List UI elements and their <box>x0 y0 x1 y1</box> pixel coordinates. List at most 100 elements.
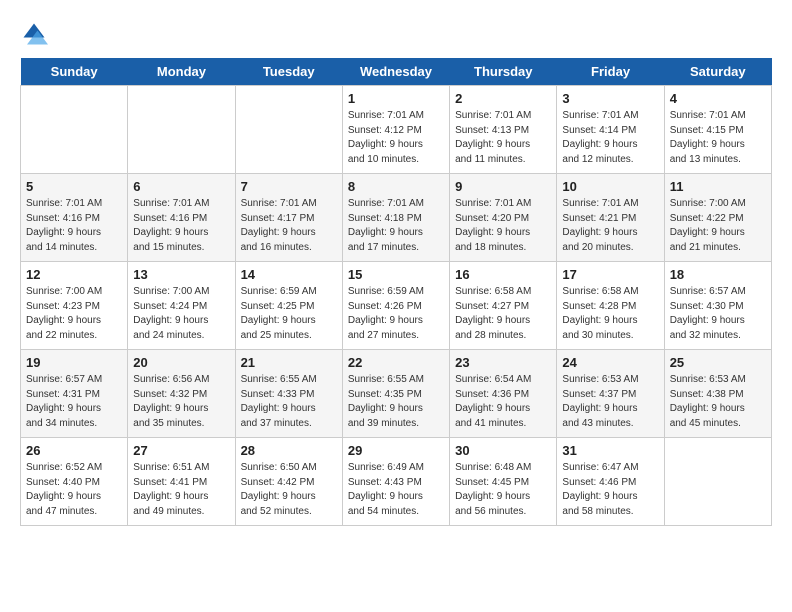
day-detail: Sunrise: 7:01 AM Sunset: 4:14 PM Dayligh… <box>562 109 658 167</box>
day-detail: Sunrise: 6:53 AM Sunset: 4:38 PM Dayligh… <box>670 373 766 431</box>
day-detail: Sunrise: 6:47 AM Sunset: 4:46 PM Dayligh… <box>562 461 658 519</box>
day-number: 1 <box>348 91 444 106</box>
day-number: 26 <box>26 443 122 458</box>
day-number: 29 <box>348 443 444 458</box>
week-row-2: 5 Sunrise: 7:01 AM Sunset: 4:16 PM Daylig… <box>21 174 772 262</box>
day-number: 21 <box>241 355 337 370</box>
day-detail: Sunrise: 7:01 AM Sunset: 4:16 PM Dayligh… <box>133 197 229 255</box>
day-cell-17: 17Sunrise: 6:58 AM Sunset: 4:28 PM Dayli… <box>557 262 664 350</box>
day-number: 12 <box>26 267 122 282</box>
day-detail: Sunrise: 7:01 AM Sunset: 4:17 PM Dayligh… <box>241 197 337 255</box>
day-number: 24 <box>562 355 658 370</box>
day-cell-3: 3 Sunrise: 7:01 AM Sunset: 4:14 PM Daylig… <box>557 86 664 174</box>
day-detail: Sunrise: 6:48 AM Sunset: 4:45 PM Dayligh… <box>455 461 551 519</box>
day-number: 2 <box>455 91 551 106</box>
day-number: 10 <box>562 179 658 194</box>
day-detail: Sunrise: 6:54 AM Sunset: 4:36 PM Dayligh… <box>455 373 551 431</box>
day-cell-14: 14 Sunrise: 6:59 AM Sunset: 4:25 PM Dayli… <box>235 262 342 350</box>
day-number: 19 <box>26 355 122 370</box>
day-cell-30: 30 Sunrise: 6:48 AM Sunset: 4:45 PM Dayli… <box>450 438 557 526</box>
days-of-week-row: SundayMondayTuesdayWednesdayThursdayFrid… <box>21 58 772 86</box>
day-cell-2: 2 Sunrise: 7:01 AM Sunset: 4:13 PM Daylig… <box>450 86 557 174</box>
day-detail: Sunrise: 7:01 AM Sunset: 4:15 PM Dayligh… <box>670 109 766 167</box>
day-cell-18: 18 Sunrise: 6:57 AM Sunset: 4:30 PM Dayli… <box>664 262 771 350</box>
day-number: 30 <box>455 443 551 458</box>
day-cell-29: 29 Sunrise: 6:49 AM Sunset: 4:43 PM Dayli… <box>342 438 449 526</box>
day-detail: Sunrise: 7:01 AM Sunset: 4:18 PM Dayligh… <box>348 197 444 255</box>
day-number: 15 <box>348 267 444 282</box>
logo-icon <box>20 20 48 48</box>
day-number: 22 <box>348 355 444 370</box>
week-row-3: 12 Sunrise: 7:00 AM Sunset: 4:23 PM Dayli… <box>21 262 772 350</box>
day-cell-28: 28Sunrise: 6:50 AM Sunset: 4:42 PM Dayli… <box>235 438 342 526</box>
day-cell-13: 13Sunrise: 7:00 AM Sunset: 4:24 PM Dayli… <box>128 262 235 350</box>
day-cell-1: 1 Sunrise: 7:01 AM Sunset: 4:12 PM Daylig… <box>342 86 449 174</box>
day-cell-5: 5 Sunrise: 7:01 AM Sunset: 4:16 PM Daylig… <box>21 174 128 262</box>
day-cell-15: 15Sunrise: 6:59 AM Sunset: 4:26 PM Dayli… <box>342 262 449 350</box>
day-detail: Sunrise: 6:50 AM Sunset: 4:42 PM Dayligh… <box>241 461 337 519</box>
day-number: 20 <box>133 355 229 370</box>
day-detail: Sunrise: 6:49 AM Sunset: 4:43 PM Dayligh… <box>348 461 444 519</box>
day-detail: Sunrise: 7:01 AM Sunset: 4:12 PM Dayligh… <box>348 109 444 167</box>
day-number: 27 <box>133 443 229 458</box>
day-detail: Sunrise: 6:57 AM Sunset: 4:31 PM Dayligh… <box>26 373 122 431</box>
day-number: 6 <box>133 179 229 194</box>
week-row-4: 19 Sunrise: 6:57 AM Sunset: 4:31 PM Dayli… <box>21 350 772 438</box>
day-of-week-monday: Monday <box>128 58 235 86</box>
day-number: 13 <box>133 267 229 282</box>
day-of-week-saturday: Saturday <box>664 58 771 86</box>
day-cell-6: 6 Sunrise: 7:01 AM Sunset: 4:16 PM Daylig… <box>128 174 235 262</box>
day-detail: Sunrise: 6:52 AM Sunset: 4:40 PM Dayligh… <box>26 461 122 519</box>
day-number: 25 <box>670 355 766 370</box>
day-number: 8 <box>348 179 444 194</box>
empty-cell <box>128 86 235 174</box>
day-cell-25: 25 Sunrise: 6:53 AM Sunset: 4:38 PM Dayli… <box>664 350 771 438</box>
day-cell-4: 4 Sunrise: 7:01 AM Sunset: 4:15 PM Daylig… <box>664 86 771 174</box>
day-of-week-thursday: Thursday <box>450 58 557 86</box>
calendar-header: SundayMondayTuesdayWednesdayThursdayFrid… <box>21 58 772 86</box>
calendar-table: SundayMondayTuesdayWednesdayThursdayFrid… <box>20 58 772 526</box>
day-cell-8: 8 Sunrise: 7:01 AM Sunset: 4:18 PM Daylig… <box>342 174 449 262</box>
day-detail: Sunrise: 6:51 AM Sunset: 4:41 PM Dayligh… <box>133 461 229 519</box>
day-detail: Sunrise: 7:01 AM Sunset: 4:16 PM Dayligh… <box>26 197 122 255</box>
day-cell-11: 11 Sunrise: 7:00 AM Sunset: 4:22 PM Dayli… <box>664 174 771 262</box>
day-detail: Sunrise: 6:55 AM Sunset: 4:33 PM Dayligh… <box>241 373 337 431</box>
day-cell-19: 19 Sunrise: 6:57 AM Sunset: 4:31 PM Dayli… <box>21 350 128 438</box>
day-detail: Sunrise: 6:59 AM Sunset: 4:25 PM Dayligh… <box>241 285 337 343</box>
day-cell-21: 21 Sunrise: 6:55 AM Sunset: 4:33 PM Dayli… <box>235 350 342 438</box>
day-number: 23 <box>455 355 551 370</box>
day-number: 5 <box>26 179 122 194</box>
day-of-week-friday: Friday <box>557 58 664 86</box>
logo <box>20 20 52 48</box>
day-number: 4 <box>670 91 766 106</box>
day-detail: Sunrise: 6:53 AM Sunset: 4:37 PM Dayligh… <box>562 373 658 431</box>
day-cell-26: 26 Sunrise: 6:52 AM Sunset: 4:40 PM Dayli… <box>21 438 128 526</box>
day-detail: Sunrise: 7:00 AM Sunset: 4:22 PM Dayligh… <box>670 197 766 255</box>
day-detail: Sunrise: 6:57 AM Sunset: 4:30 PM Dayligh… <box>670 285 766 343</box>
day-number: 16 <box>455 267 551 282</box>
day-cell-24: 24 Sunrise: 6:53 AM Sunset: 4:37 PM Dayli… <box>557 350 664 438</box>
day-cell-20: 20 Sunrise: 6:56 AM Sunset: 4:32 PM Dayli… <box>128 350 235 438</box>
day-detail: Sunrise: 7:01 AM Sunset: 4:21 PM Dayligh… <box>562 197 658 255</box>
day-number: 7 <box>241 179 337 194</box>
day-detail: Sunrise: 7:00 AM Sunset: 4:23 PM Dayligh… <box>26 285 122 343</box>
day-of-week-sunday: Sunday <box>21 58 128 86</box>
day-detail: Sunrise: 7:01 AM Sunset: 4:20 PM Dayligh… <box>455 197 551 255</box>
day-number: 11 <box>670 179 766 194</box>
day-number: 18 <box>670 267 766 282</box>
day-detail: Sunrise: 6:58 AM Sunset: 4:27 PM Dayligh… <box>455 285 551 343</box>
day-cell-22: 22 Sunrise: 6:55 AM Sunset: 4:35 PM Dayli… <box>342 350 449 438</box>
day-cell-10: 10 Sunrise: 7:01 AM Sunset: 4:21 PM Dayli… <box>557 174 664 262</box>
day-number: 31 <box>562 443 658 458</box>
empty-cell <box>235 86 342 174</box>
day-of-week-wednesday: Wednesday <box>342 58 449 86</box>
day-cell-23: 23 Sunrise: 6:54 AM Sunset: 4:36 PM Dayli… <box>450 350 557 438</box>
day-detail: Sunrise: 6:56 AM Sunset: 4:32 PM Dayligh… <box>133 373 229 431</box>
day-detail: Sunrise: 6:55 AM Sunset: 4:35 PM Dayligh… <box>348 373 444 431</box>
day-cell-16: 16 Sunrise: 6:58 AM Sunset: 4:27 PM Dayli… <box>450 262 557 350</box>
page-header <box>20 20 772 48</box>
day-detail: Sunrise: 7:01 AM Sunset: 4:13 PM Dayligh… <box>455 109 551 167</box>
day-number: 3 <box>562 91 658 106</box>
day-number: 14 <box>241 267 337 282</box>
day-detail: Sunrise: 6:58 AM Sunset: 4:28 PM Dayligh… <box>562 285 658 343</box>
